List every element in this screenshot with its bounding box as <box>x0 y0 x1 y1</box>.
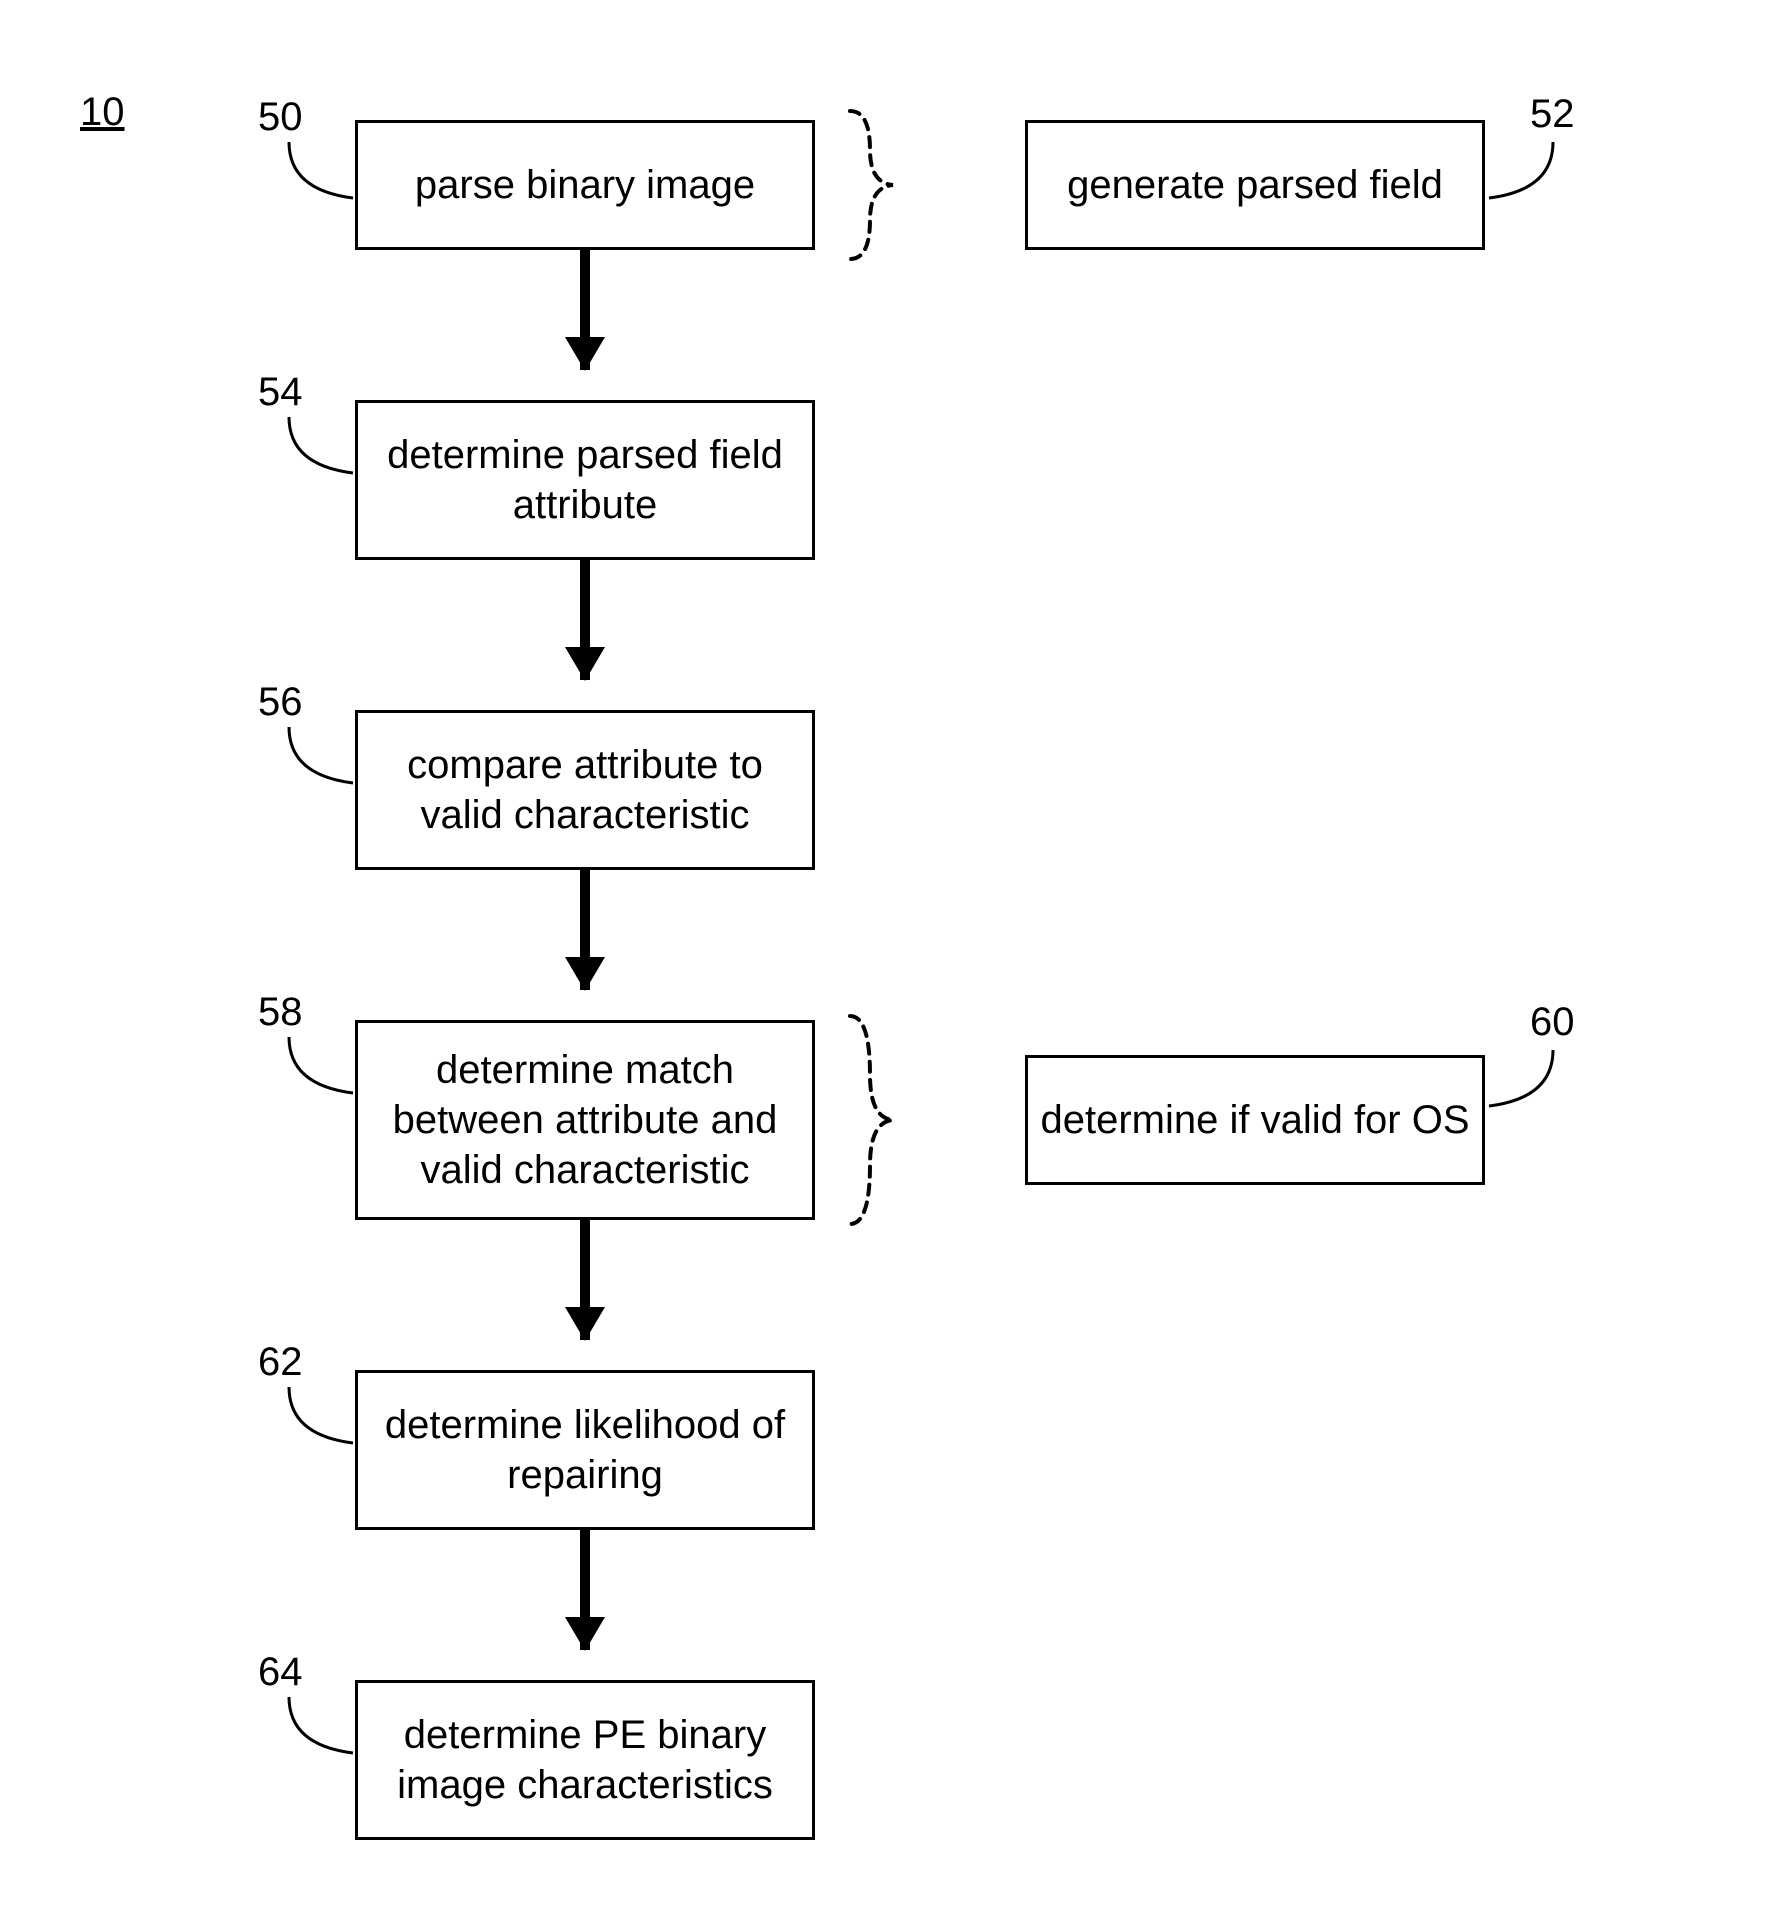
step-60-text: determine if valid for OS <box>1040 1095 1469 1145</box>
step-54-num: 54 <box>258 370 303 415</box>
step-64-num: 64 <box>258 1650 303 1695</box>
step-50-box: parse binary image <box>355 120 815 250</box>
step-62-box: determine likelihood of repairing <box>355 1370 815 1530</box>
step-62-text: determine likelihood of repairing <box>366 1400 804 1500</box>
figure-id: 10 <box>80 90 125 135</box>
leader-54 <box>287 415 357 485</box>
leader-56 <box>287 725 357 795</box>
step-56-box: compare attribute to valid characteristi… <box>355 710 815 870</box>
step-64-box: determine PE binary image characteristic… <box>355 1680 815 1840</box>
arrow-56-58 <box>580 870 590 990</box>
step-52-num: 52 <box>1530 92 1575 137</box>
step-58-text: determine match between attribute and va… <box>366 1045 804 1195</box>
step-64-text: determine PE binary image characteristic… <box>366 1710 804 1810</box>
flowchart-canvas: 10 parse binary image 50 generate parsed… <box>0 0 1768 1914</box>
step-50-text: parse binary image <box>415 160 755 210</box>
arrow-50-54 <box>580 250 590 370</box>
brace-58-60 <box>835 1010 905 1230</box>
leader-58 <box>287 1035 357 1105</box>
leader-60 <box>1485 1048 1555 1118</box>
step-54-box: determine parsed field attribute <box>355 400 815 560</box>
leader-52 <box>1485 140 1555 210</box>
leader-62 <box>287 1385 357 1455</box>
arrow-58-62 <box>580 1220 590 1340</box>
step-52-text: generate parsed field <box>1067 160 1443 210</box>
leader-50 <box>287 140 357 210</box>
leader-64 <box>287 1695 357 1765</box>
step-56-text: compare attribute to valid characteristi… <box>366 740 804 840</box>
step-62-num: 62 <box>258 1340 303 1385</box>
step-54-text: determine parsed field attribute <box>366 430 804 530</box>
arrow-54-56 <box>580 560 590 680</box>
step-58-box: determine match between attribute and va… <box>355 1020 815 1220</box>
step-60-num: 60 <box>1530 1000 1575 1045</box>
step-60-box: determine if valid for OS <box>1025 1055 1485 1185</box>
step-52-box: generate parsed field <box>1025 120 1485 250</box>
step-56-num: 56 <box>258 680 303 725</box>
brace-50-52 <box>835 105 905 265</box>
step-58-num: 58 <box>258 990 303 1035</box>
step-50-num: 50 <box>258 95 303 140</box>
arrow-62-64 <box>580 1530 590 1650</box>
